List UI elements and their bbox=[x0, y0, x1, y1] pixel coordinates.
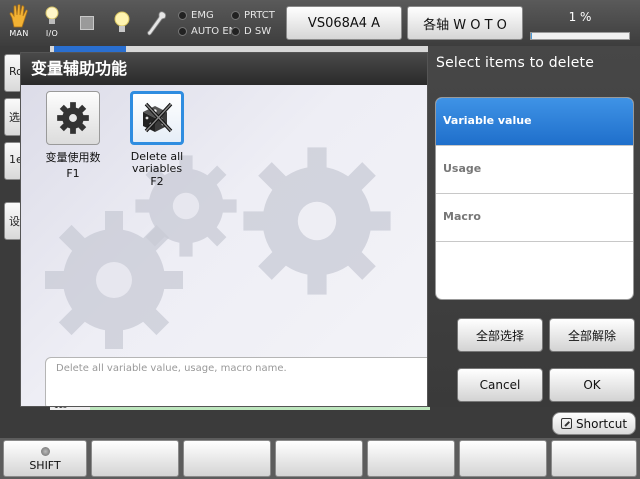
function-label: 变量使用数 bbox=[45, 151, 101, 164]
function-key: F1 bbox=[66, 167, 80, 180]
panel-title: Select items to delete bbox=[436, 55, 595, 71]
io-label: I/O bbox=[45, 29, 59, 38]
shortcut-button[interactable]: Shortcut bbox=[552, 412, 636, 435]
list-item-macro[interactable]: Macro bbox=[436, 194, 633, 242]
delete-items-panel: Select items to delete Variable value Us… bbox=[428, 46, 640, 407]
shift-label: SHIFT bbox=[29, 459, 61, 472]
status-lamp-icon bbox=[231, 27, 240, 36]
robot-model-button[interactable]: VS068A4 A bbox=[286, 6, 402, 40]
hand-icon bbox=[9, 4, 28, 28]
function-key-4[interactable] bbox=[367, 440, 455, 477]
io-indicator[interactable]: I/O bbox=[44, 6, 60, 38]
variable-aux-dialog: 变量辅助功能 变量使用数 F1 Delete all variables F2 … bbox=[20, 52, 428, 407]
emg-lamp: EMG bbox=[178, 10, 214, 21]
status-bar: MAN I/O EMG PRTCT AUTO EN D SW VS068A4 A… bbox=[0, 0, 640, 46]
dialog-body: 变量使用数 F1 Delete all variables F2 Delete … bbox=[21, 85, 427, 406]
lamp-bulb-icon bbox=[114, 11, 130, 32]
cancel-button[interactable]: Cancel bbox=[457, 368, 543, 402]
function-key-2[interactable] bbox=[183, 440, 271, 477]
dsw-lamp: D SW bbox=[231, 26, 271, 37]
delete-dice-icon bbox=[143, 102, 173, 133]
gear-icon bbox=[57, 102, 89, 134]
wrench-icon bbox=[147, 11, 167, 36]
mode-label: MAN bbox=[9, 29, 29, 38]
stop-square-icon bbox=[80, 16, 94, 30]
prtct-lamp: PRTCT bbox=[231, 10, 275, 21]
function-key-5[interactable] bbox=[459, 440, 547, 477]
shortcut-arrow-icon bbox=[560, 418, 572, 429]
deselect-all-button[interactable]: 全部解除 bbox=[549, 318, 635, 352]
list-item-empty bbox=[436, 242, 633, 290]
description-box: Delete all variable value, usage, macro … bbox=[45, 357, 427, 406]
auto-en-lamp: AUTO EN bbox=[178, 26, 236, 37]
shift-key[interactable]: SHIFT bbox=[3, 440, 87, 477]
axis-mode-button[interactable]: 各轴 W O T O bbox=[407, 6, 523, 40]
function-key-6[interactable] bbox=[551, 440, 637, 477]
manual-mode-indicator[interactable]: MAN bbox=[8, 4, 30, 38]
delete-all-variables-button[interactable]: Delete all variables F2 bbox=[119, 91, 195, 188]
status-lamp-icon bbox=[178, 27, 187, 36]
progress-bar bbox=[530, 32, 630, 40]
status-lamp-icon bbox=[231, 11, 240, 20]
ok-button[interactable]: OK bbox=[549, 368, 635, 402]
progress-fill bbox=[531, 33, 532, 39]
function-label: Delete all variables bbox=[130, 150, 184, 175]
io-bulb-icon bbox=[45, 6, 59, 24]
list-item-usage[interactable]: Usage bbox=[436, 146, 633, 194]
progress-text: 1 % bbox=[568, 10, 592, 24]
decorative-gear-icon bbox=[243, 147, 391, 295]
list-item-variable-value[interactable]: Variable value bbox=[436, 98, 633, 146]
function-key-3[interactable] bbox=[275, 440, 363, 477]
dialog-title: 变量辅助功能 bbox=[21, 53, 427, 85]
select-all-button[interactable]: 全部选择 bbox=[457, 318, 543, 352]
function-key-bar: SHIFT bbox=[0, 438, 640, 479]
status-lamp-icon bbox=[178, 11, 187, 20]
variable-usage-count-button[interactable]: 变量使用数 F1 bbox=[35, 91, 111, 180]
shift-lamp-icon bbox=[40, 447, 50, 456]
delete-items-list: Variable value Usage Macro bbox=[435, 97, 634, 300]
speed-indicator: 1 % bbox=[530, 6, 630, 40]
shortcut-label: Shortcut bbox=[575, 416, 628, 431]
function-key: F2 bbox=[150, 175, 164, 188]
function-key-1[interactable] bbox=[91, 440, 179, 477]
